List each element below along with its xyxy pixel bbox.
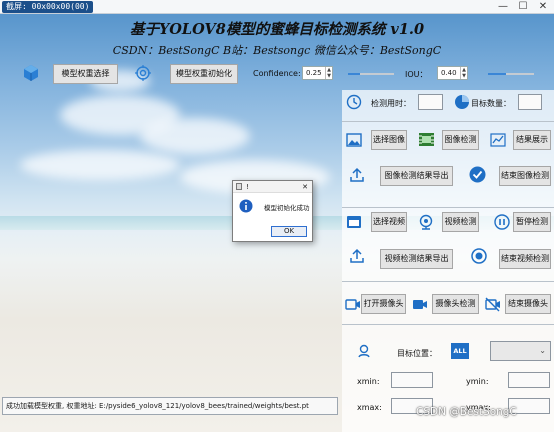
pause-detect-button[interactable]: 暂停检测 <box>513 212 551 232</box>
message-dialog: ! ✕ 模型初始化成功 OK <box>232 180 313 242</box>
image-detect-button[interactable]: 图像检测 <box>442 130 479 150</box>
video-icon <box>347 216 361 228</box>
target-select[interactable]: ⌄ <box>490 341 551 361</box>
video-detect-button[interactable]: 视频检测 <box>442 212 479 232</box>
maximize-button[interactable]: ☐ <box>513 0 533 14</box>
watermark: CSDN @BestSongC <box>416 406 517 418</box>
select-image-button[interactable]: 选择图像 <box>371 130 407 150</box>
ymin-field <box>508 372 550 388</box>
pause-icon <box>494 214 510 230</box>
stop-image-detect-button[interactable]: 结束图像检测 <box>499 166 551 186</box>
upload-icon <box>350 248 364 263</box>
status-bar: 成功加载模型权重, 权重地址: E:/pyside6_yolov8_121/yo… <box>2 397 338 415</box>
open-camera-button[interactable]: 打开摄像头 <box>361 294 406 314</box>
export-video-results-button[interactable]: 视频检测结果导出 <box>380 249 453 269</box>
xmin-field <box>391 372 433 388</box>
stop-camera-button[interactable]: 结束摄像头 <box>505 294 551 314</box>
target-icon <box>135 65 151 81</box>
iou-slider[interactable] <box>488 73 534 75</box>
export-image-results-button[interactable]: 图像检测结果导出 <box>380 166 453 186</box>
clock-icon <box>346 94 362 110</box>
upload-icon <box>350 167 364 182</box>
target-position-label: 目标位置： <box>397 349 437 358</box>
dialog-message: 模型初始化成功 <box>264 204 310 212</box>
film-icon <box>419 133 434 146</box>
camera-icon <box>345 299 360 310</box>
pie-chart-icon <box>455 95 469 109</box>
image-icon <box>346 133 362 147</box>
confidence-label: Confidence: <box>253 69 301 78</box>
chevron-down-icon: ⌄ <box>539 346 546 355</box>
check-circle-icon <box>469 166 486 183</box>
time-value <box>418 94 443 110</box>
model-init-button[interactable]: 模型权重初始化 <box>170 64 238 84</box>
xmax-label: xmax: <box>357 403 382 412</box>
xmin-label: xmin: <box>357 377 380 386</box>
camera-off-icon <box>485 297 500 312</box>
iou-spinbox[interactable]: 0.40 ▲ ▼ <box>437 66 468 80</box>
webcam-icon <box>419 214 433 230</box>
app-icon <box>236 183 242 190</box>
cube-icon <box>24 65 38 81</box>
confidence-spinbox[interactable]: 0.25 ▲ ▼ <box>302 66 333 80</box>
dialog-title: ! <box>246 183 249 191</box>
timestamp-badge: 截屏: 00x00x00(00) <box>2 1 94 13</box>
app-title: 基于YOLOV8模型的蜜蜂目标检测系统 v1.0 <box>129 21 425 38</box>
close-button[interactable]: ✕ <box>533 0 553 14</box>
dialog-title-bar: ! ✕ <box>233 181 312 193</box>
app-subtitle: CSDN：BestSongC B站：Bestsongc 微信公众号：BestSo… <box>112 44 442 57</box>
count-label: 目标数量： <box>471 99 511 108</box>
time-label: 检测用时： <box>371 99 411 108</box>
dialog-close-icon[interactable]: ✕ <box>302 181 308 193</box>
stop-video-detect-button[interactable]: 结束视频检测 <box>499 249 551 269</box>
video-camera-icon <box>413 300 427 309</box>
select-video-button[interactable]: 选择视频 <box>371 212 407 232</box>
ok-button[interactable]: OK <box>271 226 307 237</box>
line-chart-icon <box>490 133 506 147</box>
show-results-button[interactable]: 结果展示 <box>513 130 551 150</box>
location-icon <box>358 344 370 358</box>
ymin-label: ymin: <box>466 377 489 386</box>
title-bar: 截屏: 00x00x00(00) — ☐ ✕ <box>0 0 554 14</box>
all-targets-icon: ALL <box>451 343 469 359</box>
stop-circle-icon <box>471 248 487 264</box>
camera-detect-button[interactable]: 摄像头检测 <box>432 294 479 314</box>
model-select-button[interactable]: 模型权重选择 <box>53 64 118 84</box>
confidence-slider[interactable] <box>348 73 394 75</box>
count-value <box>518 94 542 110</box>
info-icon <box>239 199 253 213</box>
iou-label: IOU： <box>405 70 428 79</box>
minimize-button[interactable]: — <box>493 0 513 14</box>
